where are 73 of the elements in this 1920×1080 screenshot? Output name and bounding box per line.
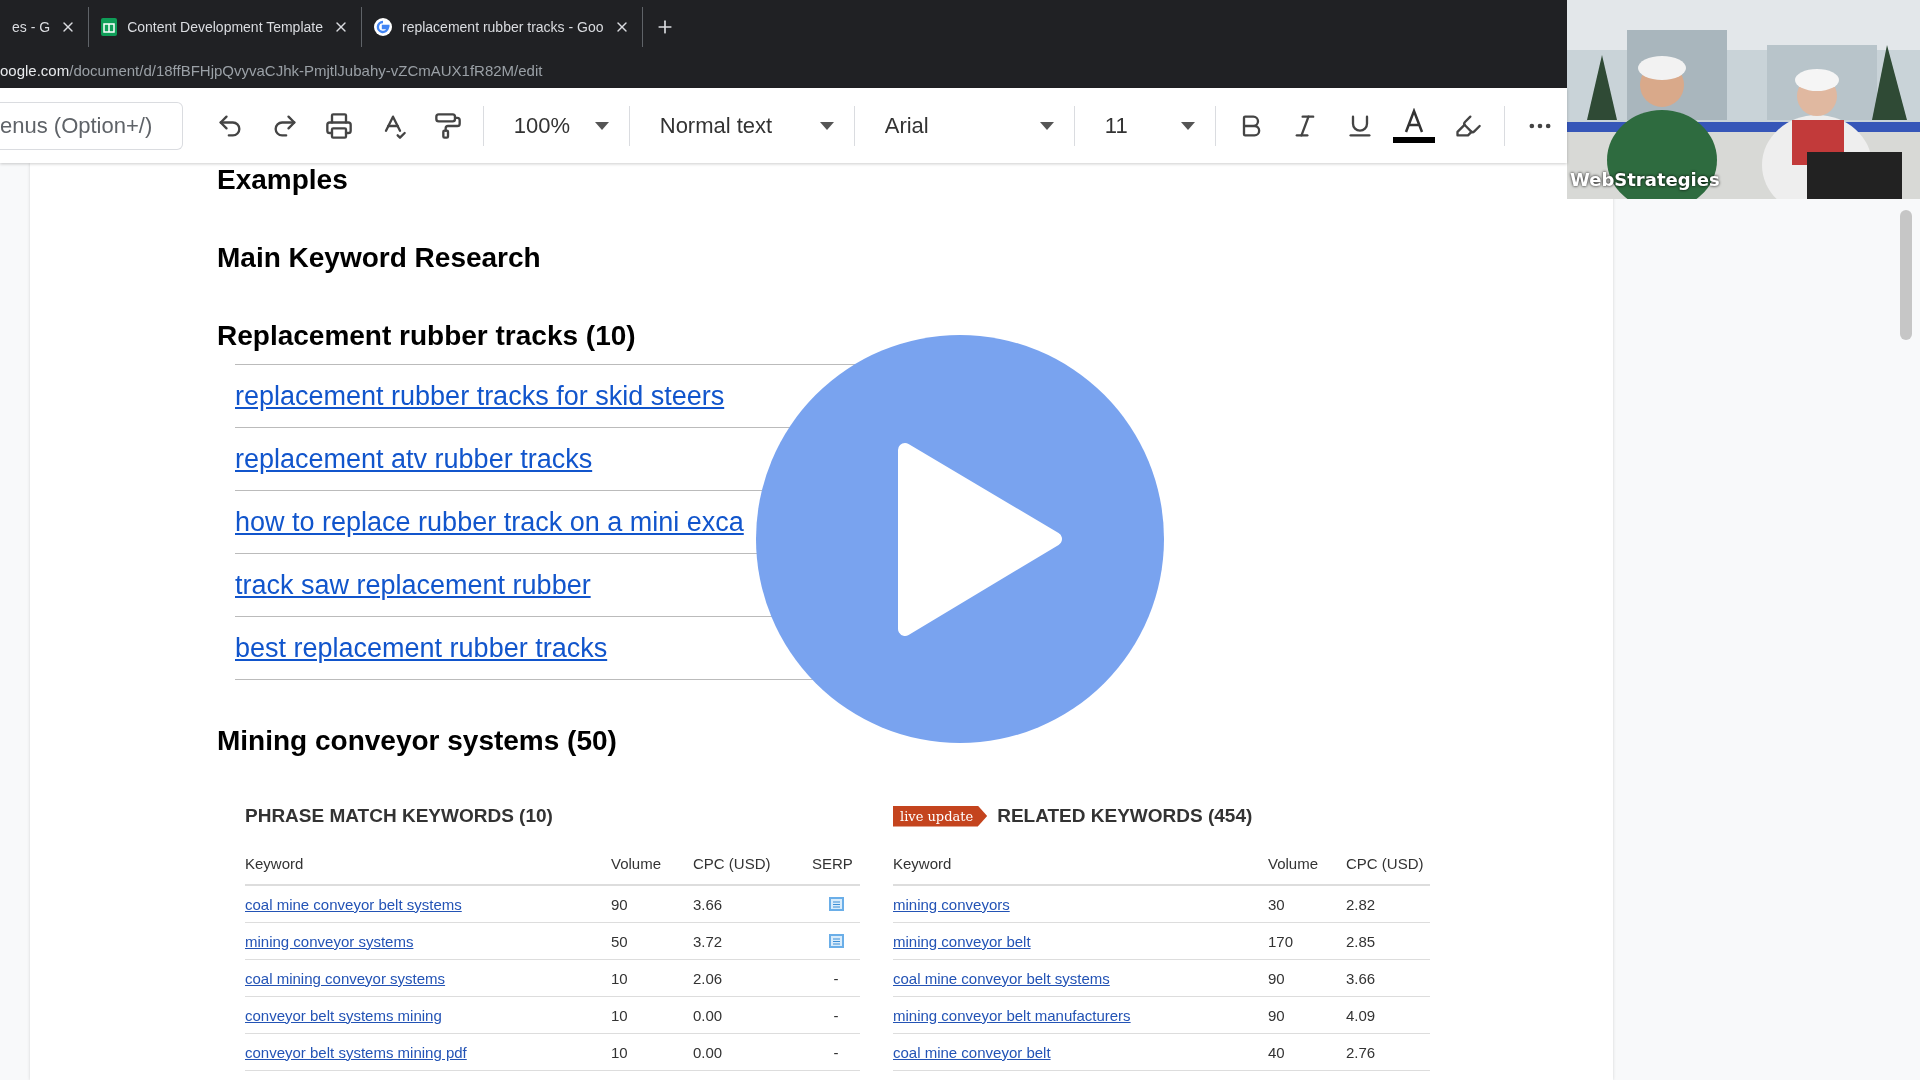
keyword-link[interactable]: mining conveyors: [893, 895, 1268, 913]
google-icon: [374, 18, 392, 37]
table-cell-text: 170: [1268, 932, 1295, 950]
style-dropdown[interactable]: Normal text: [637, 103, 846, 148]
column-header: SERP: [812, 854, 854, 872]
keyword-link[interactable]: replacement atv rubber tracks: [235, 443, 593, 475]
scrollbar-thumb[interactable]: [1900, 210, 1912, 340]
table-cell-text: 10: [611, 969, 629, 987]
table-cell-text: 10: [611, 1006, 629, 1024]
table-cell-text: 3.66: [1346, 969, 1377, 987]
table-cell-text: 4.09: [1346, 1006, 1377, 1024]
live-update-badge: live update: [893, 805, 988, 827]
menu-search-field[interactable]: enus (Option+/): [0, 101, 183, 150]
column-header: CPC (USD): [693, 854, 772, 872]
zoom-dropdown[interactable]: 100%: [491, 103, 621, 148]
caret-icon: [594, 121, 609, 130]
address-bar[interactable]: oogle.com/document/d/18ffBFHjpQvyvaCJhk-PmjtlJubahy-vZCmAUX1fR82M/edit: [0, 52, 1567, 88]
font-dropdown[interactable]: Arial: [862, 103, 1066, 148]
column-header: Volume: [611, 854, 663, 872]
table-title: PHRASE MATCH KEYWORDS (10): [245, 805, 553, 827]
caret-icon: [1039, 121, 1054, 130]
table-cell: -: [833, 969, 839, 987]
keyword-link[interactable]: mining conveyor systems: [245, 932, 611, 950]
keyword-link[interactable]: mining conveyor belt manufacturers: [893, 1006, 1268, 1024]
browser-tab[interactable]: Content Development Template: [89, 7, 362, 48]
table-cell-text: 3.72: [693, 932, 724, 950]
font-size-dropdown[interactable]: 11: [1082, 103, 1207, 148]
table-title: RELATED KEYWORDS (454): [997, 805, 1253, 827]
table-cell-text: 3.66: [693, 895, 724, 913]
table-cell-text: 0.00: [693, 1043, 724, 1061]
table-cell-text: 40: [1268, 1043, 1286, 1061]
keyword-link[interactable]: replacement rubber tracks for skid steers: [235, 380, 725, 412]
keyword-link[interactable]: mining conveyor belt: [893, 932, 1268, 950]
table-cell-text: 2.85: [1346, 932, 1377, 950]
caret-icon: [1180, 121, 1195, 130]
column-header: Keyword: [893, 854, 953, 872]
browser-tab[interactable]: replacement rubber tracks - Goo: [362, 7, 643, 48]
caret-icon: [819, 121, 834, 130]
table-cell: -: [833, 1006, 839, 1024]
keyword-link[interactable]: track saw replacement rubber: [235, 569, 591, 601]
keyword-link[interactable]: coal mine conveyor belt systems: [245, 895, 611, 913]
table-cell-text: 30: [1268, 895, 1286, 913]
paint-roller-icon[interactable]: [433, 111, 462, 140]
text-color-icon[interactable]: [1393, 107, 1436, 144]
table-cell-text: 2.06: [693, 969, 724, 987]
table-cell-text: 50: [611, 932, 629, 950]
keyword-link[interactable]: how to replace rubber track on a mini exca: [235, 506, 744, 538]
serp-icon[interactable]: [828, 897, 844, 911]
table-cell-text: 10: [611, 1043, 629, 1061]
keyword-link[interactable]: conveyor belt systems mining: [245, 1006, 611, 1024]
table-cell-text: 0.00: [693, 1006, 724, 1024]
print-icon[interactable]: [324, 111, 353, 140]
play-icon: [895, 441, 1065, 637]
column-header: CPC (USD): [1346, 854, 1425, 872]
document-heading: Main Keyword Research: [217, 241, 542, 275]
column-header: Keyword: [245, 854, 305, 872]
document-heading: Mining conveyor systems (50): [217, 724, 618, 758]
spreadsheet-icon: [101, 18, 118, 37]
document-heading: Replacement rubber tracks (10): [217, 319, 637, 353]
keyword-link[interactable]: coal mining conveyor systems: [245, 969, 611, 987]
keyword-link[interactable]: coal mine conveyor belt: [893, 1043, 1268, 1061]
table-cell-text: 2.76: [1346, 1043, 1377, 1061]
column-header: Volume: [1268, 854, 1320, 872]
browser-tab[interactable]: es - G: [0, 7, 90, 48]
table-cell-text: 90: [1268, 1006, 1286, 1024]
keyword-link[interactable]: conveyor belt systems mining pdf: [245, 1043, 611, 1061]
table-cell-text: 90: [1268, 969, 1286, 987]
table-cell: -: [833, 1043, 839, 1061]
serp-icon[interactable]: [828, 934, 844, 948]
table-cell-text: 90: [611, 895, 629, 913]
keyword-link[interactable]: coal mine conveyor belt systems: [893, 969, 1268, 987]
table-cell-text: 2.82: [1346, 895, 1377, 913]
keyword-link[interactable]: best replacement rubber tracks: [235, 632, 608, 664]
